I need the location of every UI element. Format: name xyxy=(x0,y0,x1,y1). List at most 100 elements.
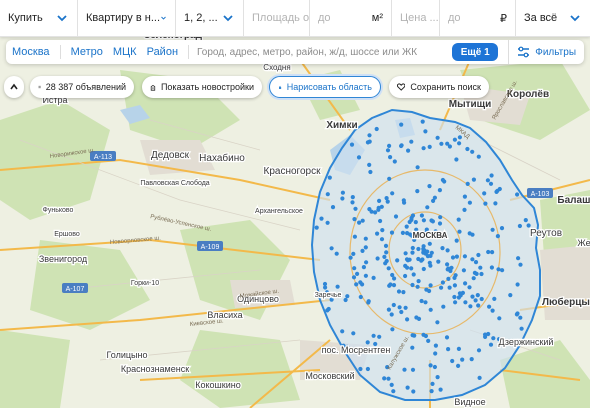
listing-marker[interactable] xyxy=(453,300,458,305)
listing-marker[interactable] xyxy=(383,261,388,266)
listing-marker[interactable] xyxy=(470,257,475,262)
area-from-input[interactable]: Площадь от xyxy=(244,0,310,36)
listing-marker[interactable] xyxy=(454,254,459,259)
listing-marker[interactable] xyxy=(479,271,484,277)
listing-marker[interactable] xyxy=(368,169,373,175)
listing-marker[interactable] xyxy=(378,218,383,224)
listing-marker[interactable] xyxy=(391,283,397,288)
listing-marker[interactable] xyxy=(401,290,406,295)
listing-marker[interactable] xyxy=(463,281,468,286)
listing-marker[interactable] xyxy=(410,250,415,255)
listing-marker[interactable] xyxy=(351,331,356,336)
listing-marker[interactable] xyxy=(340,196,345,201)
listing-marker[interactable] xyxy=(387,143,392,148)
listing-marker[interactable] xyxy=(349,142,355,147)
listing-marker[interactable] xyxy=(365,140,370,145)
listing-marker[interactable] xyxy=(366,299,371,304)
listing-marker[interactable] xyxy=(427,260,432,265)
listing-marker[interactable] xyxy=(425,254,430,259)
listing-marker[interactable] xyxy=(429,389,434,394)
price-from-input[interactable]: Цена ... xyxy=(392,0,440,36)
listing-marker[interactable] xyxy=(485,178,490,183)
listing-marker[interactable] xyxy=(465,181,470,186)
listing-marker[interactable] xyxy=(421,146,426,151)
listing-marker[interactable] xyxy=(416,279,421,284)
listing-marker[interactable] xyxy=(433,351,438,356)
listing-marker[interactable] xyxy=(428,283,433,288)
listing-marker[interactable] xyxy=(441,304,446,309)
listing-marker[interactable] xyxy=(447,144,452,149)
listing-marker[interactable] xyxy=(391,389,396,394)
listing-marker[interactable] xyxy=(432,364,437,370)
listing-marker[interactable] xyxy=(490,227,495,232)
listing-marker[interactable] xyxy=(440,246,445,251)
listing-marker[interactable] xyxy=(380,228,385,233)
listing-marker[interactable] xyxy=(413,220,418,225)
listing-marker[interactable] xyxy=(452,137,457,142)
listing-marker[interactable] xyxy=(500,268,505,273)
listing-marker[interactable] xyxy=(325,192,330,197)
listing-marker[interactable] xyxy=(429,250,434,255)
listing-marker[interactable] xyxy=(358,366,363,372)
listing-marker[interactable] xyxy=(456,363,461,368)
listing-marker[interactable] xyxy=(353,206,358,211)
listing-marker[interactable] xyxy=(438,387,443,392)
listing-marker[interactable] xyxy=(388,282,393,287)
listing-marker[interactable] xyxy=(508,293,513,298)
listing-marker[interactable] xyxy=(411,389,416,394)
listing-marker[interactable] xyxy=(462,254,467,259)
listing-marker[interactable] xyxy=(415,284,420,289)
listing-marker[interactable] xyxy=(488,181,494,186)
listing-marker[interactable] xyxy=(376,207,381,212)
listing-marker[interactable] xyxy=(445,248,450,253)
listing-marker[interactable] xyxy=(319,216,324,221)
price-to-input[interactable]: до ₽ xyxy=(440,0,516,36)
listing-marker[interactable] xyxy=(490,250,495,255)
listing-marker[interactable] xyxy=(468,304,473,309)
listing-marker[interactable] xyxy=(322,281,328,287)
deal-type-select[interactable]: Купить xyxy=(0,0,78,36)
listing-marker[interactable] xyxy=(375,231,380,236)
listing-marker[interactable] xyxy=(427,184,432,189)
listing-marker[interactable] xyxy=(467,200,472,205)
listing-marker[interactable] xyxy=(519,326,524,331)
listing-marker[interactable] xyxy=(450,255,456,260)
listing-marker[interactable] xyxy=(447,285,452,290)
listing-marker[interactable] xyxy=(334,251,339,256)
listing-marker[interactable] xyxy=(416,256,421,262)
listing-marker[interactable] xyxy=(420,119,425,124)
listing-marker[interactable] xyxy=(357,220,362,225)
listing-marker[interactable] xyxy=(382,376,387,381)
listing-marker[interactable] xyxy=(415,165,420,170)
listing-marker[interactable] xyxy=(515,311,520,316)
listing-marker[interactable] xyxy=(433,343,438,348)
more-locations-button[interactable]: Ещё 1 xyxy=(452,43,499,61)
listing-marker[interactable] xyxy=(439,285,444,290)
listing-marker[interactable] xyxy=(399,143,404,149)
listing-marker[interactable] xyxy=(438,215,443,220)
listing-marker[interactable] xyxy=(516,256,521,261)
listing-marker[interactable] xyxy=(439,141,444,146)
listing-marker[interactable] xyxy=(405,231,410,236)
listing-marker[interactable] xyxy=(483,332,488,337)
draw-area-button[interactable]: Нарисовать область xyxy=(269,76,381,98)
listing-marker[interactable] xyxy=(419,213,424,218)
listing-marker[interactable] xyxy=(467,231,472,236)
listing-marker[interactable] xyxy=(487,304,492,309)
listing-marker[interactable] xyxy=(388,155,393,160)
listing-marker[interactable] xyxy=(472,270,477,275)
listing-marker[interactable] xyxy=(407,219,412,225)
listing-marker[interactable] xyxy=(386,376,391,381)
listing-marker[interactable] xyxy=(457,229,462,234)
listing-marker[interactable] xyxy=(343,297,348,303)
listing-marker[interactable] xyxy=(314,225,319,230)
listing-marker[interactable] xyxy=(367,133,372,138)
listing-marker[interactable] xyxy=(330,205,336,210)
listing-marker[interactable] xyxy=(478,265,483,270)
property-type-select[interactable]: Квартиру в н... xyxy=(78,0,176,36)
listing-marker[interactable] xyxy=(410,282,415,288)
listing-marker[interactable] xyxy=(491,336,496,341)
listing-marker[interactable] xyxy=(496,267,501,272)
listing-marker[interactable] xyxy=(476,348,482,353)
listing-marker[interactable] xyxy=(335,284,340,289)
